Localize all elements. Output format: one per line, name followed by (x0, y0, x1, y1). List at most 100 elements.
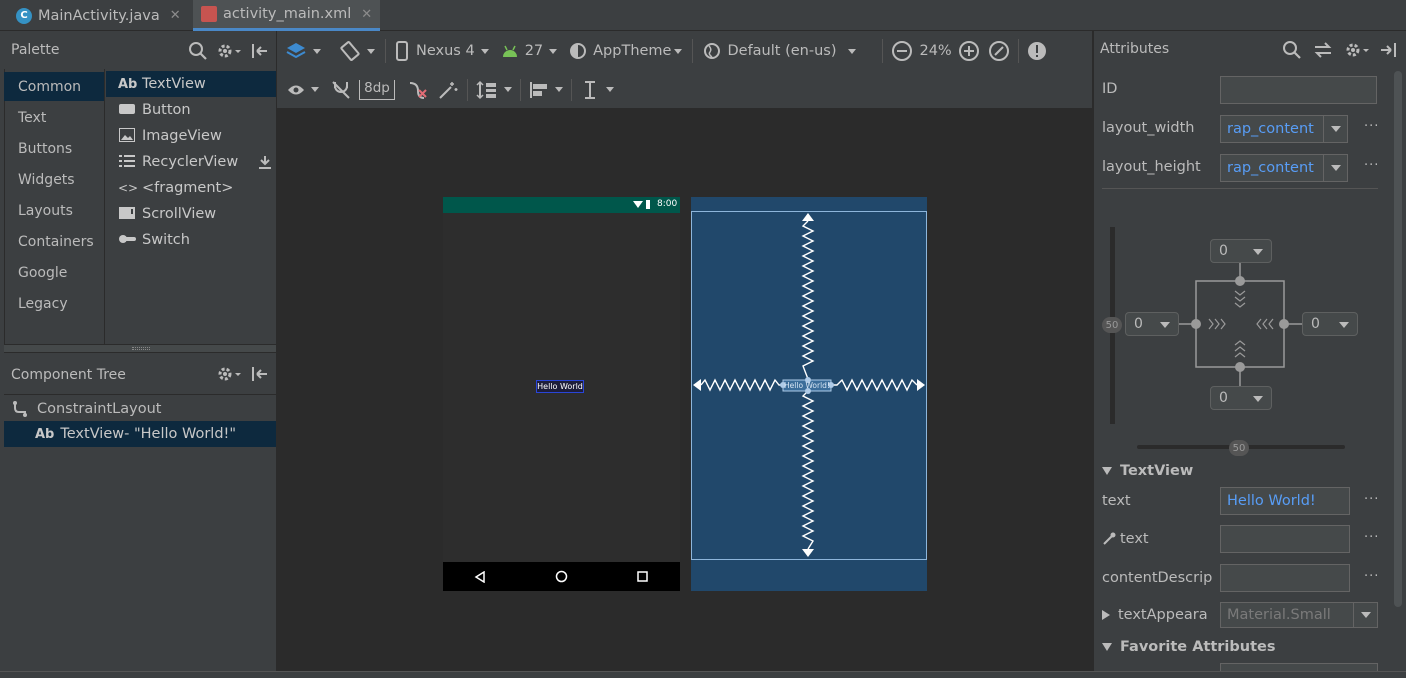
design-canvas[interactable] (277, 31, 1092, 671)
content-description-field[interactable] (1220, 564, 1350, 592)
more-options-icon[interactable]: ··· (1364, 119, 1379, 134)
layout-height-select[interactable]: rap_content (1220, 154, 1348, 182)
locale-selector[interactable]: Default (en-us) (697, 42, 862, 60)
bottom-margin-select[interactable]: 0 (1210, 386, 1272, 410)
android-icon (502, 45, 517, 57)
blueprint-textview[interactable]: Hello World! (783, 380, 831, 391)
more-options-icon[interactable]: ··· (1364, 158, 1379, 173)
design-toolbar: Nexus 4 27 AppTheme Default (en-us) 24% (277, 31, 1092, 71)
palette-category-google[interactable]: Google (4, 258, 104, 287)
hide-panel-icon[interactable] (250, 364, 270, 384)
palette-item-scrollview[interactable]: ScrollView (106, 201, 276, 227)
palette-category-buttons[interactable]: Buttons (4, 134, 104, 163)
theme-selector[interactable]: AppTheme (563, 42, 688, 60)
zoom-in-icon[interactable] (958, 40, 980, 62)
text-appearance-label[interactable]: textAppeara (1102, 607, 1208, 623)
more-options-icon[interactable]: ··· (1364, 530, 1379, 545)
tab-mainactivity[interactable]: C MainActivity.java ✕ (8, 0, 189, 31)
horizontal-bias-value[interactable]: 50 (1229, 440, 1249, 456)
blueprint-view[interactable]: Hello World! (691, 197, 927, 591)
constraint-layout-icon (13, 401, 27, 417)
download-icon[interactable] (258, 155, 272, 169)
zoom-level: 24% (919, 43, 952, 59)
default-margin-selector[interactable]: 8dp (359, 79, 395, 100)
hide-panel-icon[interactable] (250, 41, 270, 61)
right-margin-select[interactable]: 0 (1302, 312, 1358, 336)
palette-category-layouts[interactable]: Layouts (4, 196, 104, 225)
vertical-bias-value[interactable]: 50 (1102, 317, 1122, 333)
back-icon (474, 571, 485, 583)
close-icon[interactable]: ✕ (170, 8, 181, 23)
search-icon[interactable] (1282, 40, 1302, 60)
gear-icon[interactable] (216, 364, 242, 384)
search-icon[interactable] (188, 41, 208, 61)
status-bar-bottom (0, 671, 1406, 678)
textview-icon: Ab (118, 76, 138, 92)
palette-item-fragment[interactable]: <> <fragment> (106, 175, 276, 201)
palette-item-button[interactable]: Button (106, 97, 276, 123)
tab-activity-main[interactable]: activity_main.xml ✕ (193, 0, 381, 31)
palette-category-widgets[interactable]: Widgets (4, 165, 104, 194)
favorite-attributes-section[interactable]: Favorite Attributes (1102, 639, 1276, 655)
design-surface-button[interactable] (277, 41, 327, 61)
layout-width-select[interactable]: rap_content (1220, 115, 1348, 143)
constraint-springs (691, 211, 927, 560)
align-button[interactable] (529, 80, 563, 100)
pack-icon (476, 80, 496, 99)
infer-constraints-icon[interactable] (437, 80, 459, 100)
gear-icon[interactable] (1344, 40, 1370, 60)
api-selector[interactable]: 27 (495, 43, 563, 59)
java-class-icon: C (16, 7, 32, 24)
editor-tab-bar: C MainActivity.java ✕ activity_main.xml … (0, 0, 1406, 31)
gear-icon[interactable] (216, 41, 242, 61)
more-options-icon[interactable]: ··· (1364, 569, 1379, 584)
list-icon (118, 154, 136, 170)
zoom-out-icon[interactable] (891, 40, 913, 62)
tree-item-constraintlayout[interactable]: ConstraintLayout (11, 398, 161, 420)
left-margin-select[interactable]: 0 (1125, 312, 1179, 336)
home-icon (555, 570, 568, 583)
id-label: ID (1102, 81, 1118, 97)
panel-splitter[interactable] (4, 344, 276, 353)
view-options-button[interactable] (277, 84, 325, 96)
hide-panel-icon[interactable] (1378, 40, 1398, 60)
palette-category-common[interactable]: Common (4, 72, 104, 101)
nav-bar (443, 562, 680, 591)
globe-icon (704, 43, 721, 59)
swap-view-icon[interactable] (1312, 40, 1334, 60)
palette-category-text[interactable]: Text (4, 103, 104, 132)
guidelines-button[interactable] (580, 80, 614, 100)
scrollbar[interactable] (1394, 71, 1402, 607)
hello-world-textview[interactable]: Hello World (536, 380, 584, 393)
text-field[interactable]: Hello World! (1220, 487, 1350, 515)
top-margin-select[interactable]: 0 (1210, 239, 1272, 263)
close-icon[interactable]: ✕ (361, 7, 372, 22)
warning-icon[interactable] (1027, 41, 1047, 61)
design-preview[interactable]: 8:00 Hello World (443, 197, 680, 591)
tab-label: activity_main.xml (223, 6, 352, 22)
palette-item-textview[interactable]: Ab TextView (106, 71, 276, 97)
eye-icon (288, 85, 304, 94)
wifi-battery-icon (633, 200, 650, 209)
zoom-fit-icon[interactable] (988, 40, 1010, 62)
tools-text-field[interactable] (1220, 525, 1350, 553)
palette-item-recyclerview[interactable]: RecyclerView (106, 149, 276, 175)
text-appearance-select[interactable]: Material.Small (1220, 602, 1378, 628)
palette-item-switch[interactable]: Switch (106, 227, 276, 253)
palette-category-containers[interactable]: Containers (4, 227, 104, 256)
textview-section[interactable]: TextView (1102, 463, 1193, 479)
clear-constraints-icon[interactable] (407, 80, 429, 100)
id-field[interactable] (1220, 76, 1377, 104)
device-selector[interactable]: Nexus 4 (390, 41, 495, 61)
tree-item-textview[interactable]: Ab TextView- "Hello World!" (4, 421, 276, 447)
palette-category-legacy[interactable]: Legacy (4, 289, 104, 318)
code-icon: <> (118, 181, 139, 195)
palette-item-imageview[interactable]: ImageView (106, 123, 276, 149)
status-time: 8:00 (657, 199, 678, 209)
orientation-button[interactable] (327, 40, 381, 62)
autoconnect-off-icon[interactable] (331, 80, 351, 100)
more-options-icon[interactable]: ··· (1364, 492, 1379, 507)
image-icon (118, 127, 136, 145)
pack-button[interactable] (476, 80, 512, 100)
layout-width-label: layout_width (1102, 120, 1195, 136)
